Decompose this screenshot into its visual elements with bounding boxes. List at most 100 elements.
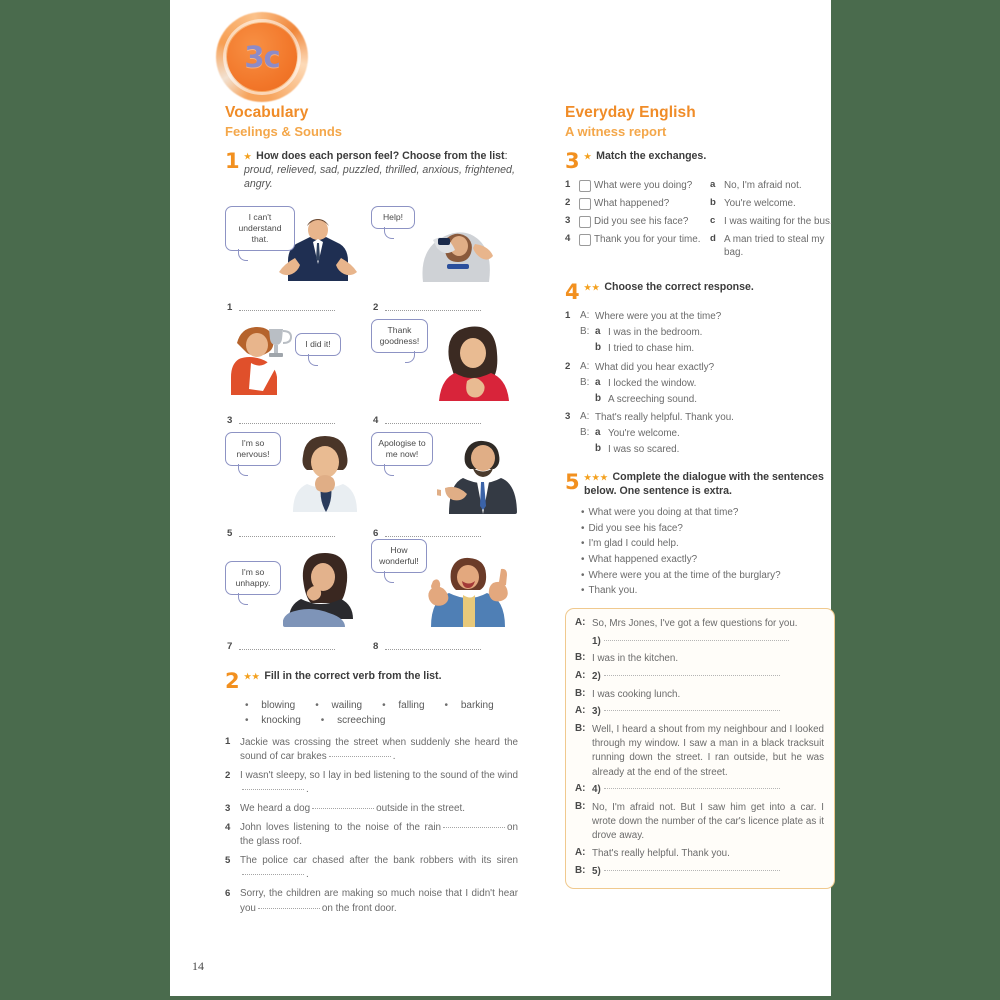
sentence-option[interactable]: What were you doing at that time? — [581, 505, 835, 521]
photo-anxious-young-man — [287, 430, 365, 512]
match-text: Thank you for your time. — [594, 234, 701, 246]
option-row[interactable]: B: a You're welcome. — [580, 427, 835, 441]
match-checkbox[interactable] — [579, 233, 591, 246]
exercise-4-title: Choose the correct response. — [604, 281, 754, 294]
match-letter: b — [710, 197, 716, 209]
dialogue-text: 2) — [592, 670, 824, 684]
answer-dots-6[interactable] — [385, 535, 482, 537]
exercise-1-title: How does each person feel? Choose from t… — [256, 150, 505, 162]
exercise-3: 3 ★ Match the exchanges. 1 What were you … — [565, 150, 835, 264]
blank-line[interactable] — [603, 639, 789, 641]
match-checkbox[interactable] — [579, 197, 591, 210]
picture-item-6: Apologise to me now! 6 — [371, 426, 517, 539]
exercise-1-wordlist: proud, relieved, sad, puzzled, thrilled,… — [244, 163, 515, 190]
sentence-option[interactable]: Did you see his face? — [581, 521, 835, 537]
answer-dots-3[interactable] — [239, 422, 336, 424]
dialogue-speaker: B: — [575, 801, 586, 813]
blank-number: 1) — [592, 635, 601, 647]
photo-frightened-person — [403, 216, 503, 286]
photo-sad-girl — [283, 549, 365, 627]
answer-line-7: 7 — [227, 640, 336, 652]
answer-gap[interactable] — [257, 907, 320, 909]
dialogue-speaker: A: — [575, 616, 586, 628]
blank-number: 2) — [592, 670, 601, 682]
speech-bubble-5: I'm so nervous! — [225, 431, 281, 477]
unit-badge: 3c — [212, 8, 312, 106]
option-row[interactable]: B: a I locked the window. — [580, 377, 835, 391]
match-left-row: 3 Did you see his face? — [565, 215, 710, 228]
word-label: screeching — [337, 715, 386, 727]
question-number: 1 — [225, 736, 231, 748]
answer-gap[interactable] — [242, 789, 304, 791]
match-exercise: 1 What were you doing? 2 What happened? … — [565, 179, 835, 264]
answer-number-5: 5 — [227, 527, 233, 539]
sentence-option[interactable]: Where were you at the time of the burgla… — [581, 568, 835, 584]
match-text: What were you doing? — [594, 180, 693, 191]
question-pre: We heard a dog — [240, 803, 311, 815]
match-right-row: c I was waiting for the bus. — [710, 215, 834, 228]
dialogue-speaker: A: — [575, 847, 586, 859]
picture-row: I'm so unhappy. 7 How wonderful! 8 — [225, 538, 518, 652]
question-row: 3 We heard a dog outside in the street. — [225, 802, 518, 816]
word-chip: • wailing — [315, 699, 363, 711]
answer-line-3: 3 — [227, 415, 336, 426]
answer-gap[interactable] — [312, 808, 375, 810]
photo-angry-man — [437, 432, 517, 514]
response-group: 1 A: Where were you at the time? B: a I … — [565, 310, 835, 356]
sentence-option[interactable]: Thank you. — [581, 583, 835, 599]
answer-dots-7[interactable] — [239, 648, 336, 650]
word-label: wailing — [331, 699, 363, 711]
match-number: 4 — [565, 233, 571, 245]
blank-line[interactable] — [603, 674, 780, 676]
answer-number-7: 7 — [227, 640, 233, 652]
option-text: I locked the window. — [608, 377, 697, 389]
speaker-spacer — [580, 342, 595, 356]
sentence-option[interactable]: I'm glad I could help. — [581, 536, 835, 552]
match-checkbox[interactable] — [579, 215, 591, 228]
option-row[interactable]: B: a I was in the bedroom. — [580, 326, 835, 340]
picture-item-4: Thank goodness! 4 — [371, 313, 517, 426]
match-checkbox[interactable] — [579, 179, 591, 192]
answer-dots-1[interactable] — [239, 309, 336, 311]
exercise-1-colon: : — [504, 150, 508, 162]
answer-dots-8[interactable] — [385, 648, 482, 650]
exercise-4: 4 ★★ Choose the correct response. 1 A: Wh… — [565, 281, 835, 457]
answer-dots-4[interactable] — [385, 422, 482, 424]
option-text: I was in the bedroom. — [608, 327, 703, 339]
option-row[interactable]: b I was so scared. — [580, 443, 835, 457]
match-left-row: 1 What were you doing? — [565, 179, 710, 192]
answer-gap[interactable] — [443, 827, 506, 829]
question-text: We heard a dog outside in the street. — [240, 802, 518, 816]
answer-dots-5[interactable] — [239, 535, 336, 537]
option-row[interactable]: b I tried to chase him. — [580, 342, 835, 356]
answer-gap[interactable] — [242, 874, 304, 876]
blank-line[interactable] — [603, 710, 780, 712]
right-column: Everyday English A witness report 3 ★ Mat… — [565, 104, 835, 890]
match-right-row: b You're welcome. — [710, 197, 834, 210]
blank-line[interactable] — [603, 869, 780, 871]
dialogue-line: B: I was cooking lunch. — [575, 688, 824, 702]
answer-gap[interactable] — [328, 755, 391, 757]
question-row: 5 The police car chased after the bank r… — [225, 854, 518, 882]
answer-line-6: 6 — [373, 528, 482, 539]
dialogue-text: 1) — [592, 635, 824, 649]
speech-bubble-2: Help! — [371, 205, 415, 240]
sentence-option[interactable]: What happened exactly? — [581, 552, 835, 568]
everyday-english-subheading: A witness report — [565, 124, 667, 139]
option-label: a — [595, 427, 601, 439]
speaker-b: B: — [580, 326, 590, 338]
exercise-4-number: 4 — [565, 280, 580, 305]
exercise-3-title: Match the exchanges. — [596, 150, 707, 162]
match-number: 1 — [565, 179, 571, 190]
page-number: 14 — [192, 959, 204, 973]
answer-dots-2[interactable] — [385, 309, 482, 311]
exercise-3-stars: ★ — [584, 152, 593, 161]
speaker-a: A: — [580, 310, 590, 322]
option-text: I tried to chase him. — [608, 343, 695, 355]
exercise-2-number: 2 — [225, 668, 240, 693]
response-group: 2 A: What did you hear exactly? B: a I l… — [565, 361, 835, 407]
blank-line[interactable] — [603, 788, 780, 790]
question-number: 5 — [225, 854, 231, 866]
option-row[interactable]: b A screeching sound. — [580, 393, 835, 407]
option-label: a — [595, 326, 601, 338]
